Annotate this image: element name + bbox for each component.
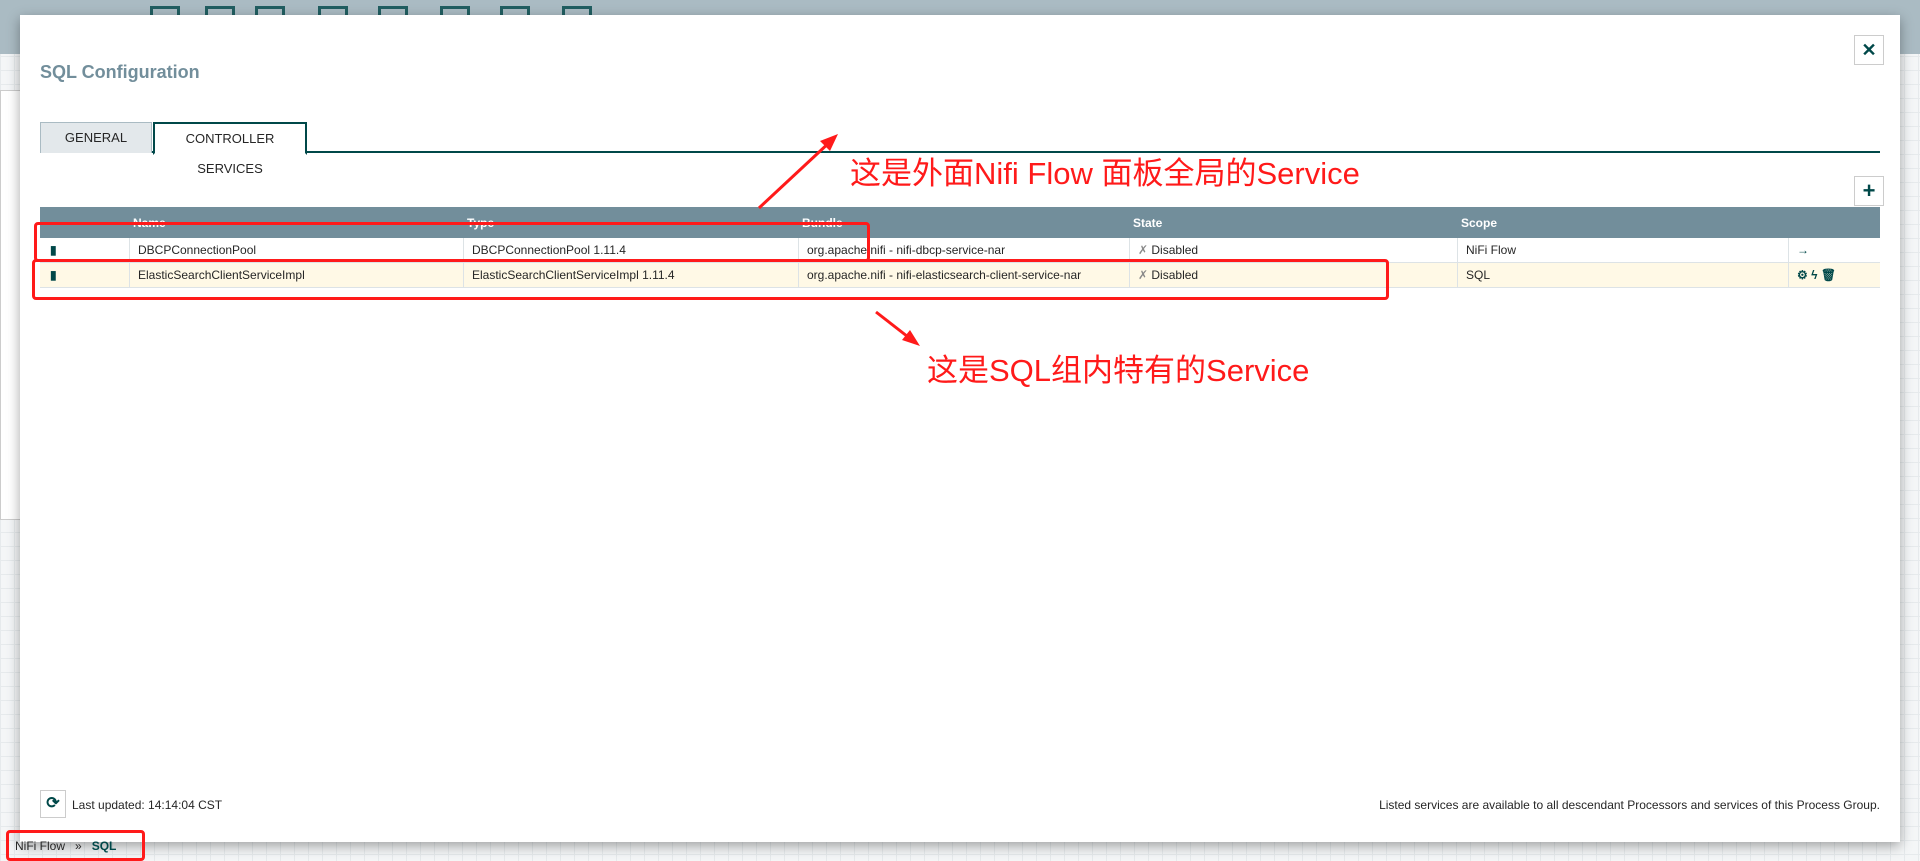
annotation-group-service: 这是SQL组内特有的Service: [927, 353, 1310, 388]
annotation-global-service: 这是外面Nifi Flow 面板全局的Service: [850, 156, 1360, 191]
annotation-arrows: [757, 134, 920, 346]
annotation-arrow: [757, 138, 834, 210]
